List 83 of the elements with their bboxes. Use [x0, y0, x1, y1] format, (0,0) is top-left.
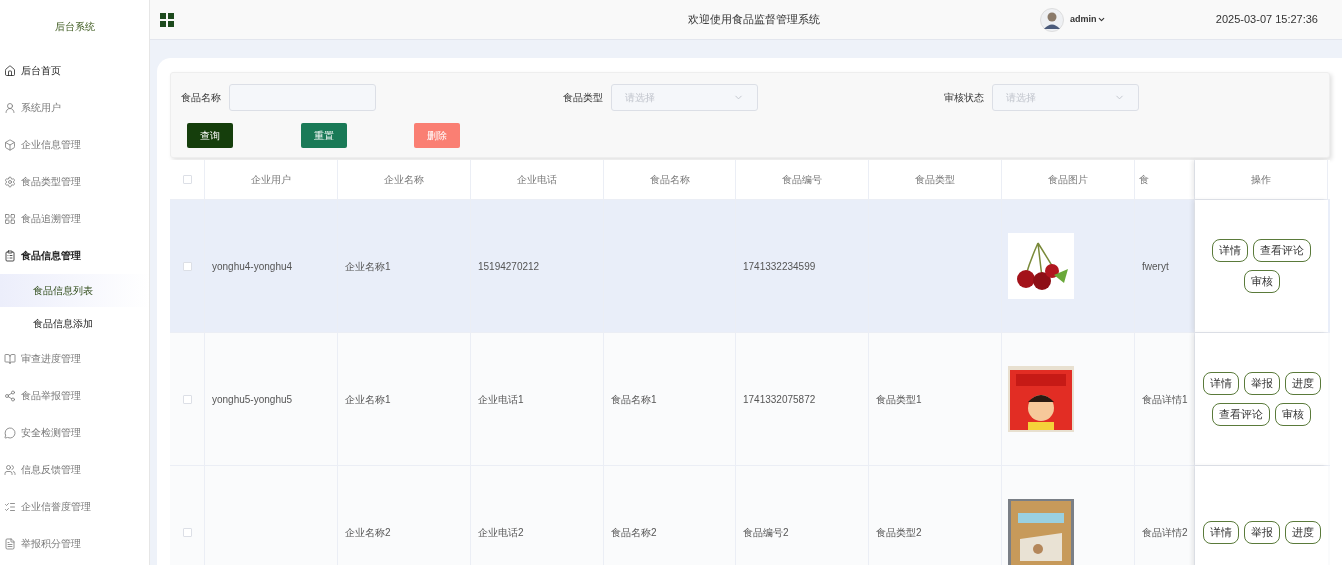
gear-icon: [4, 175, 16, 188]
sidebar-item[interactable]: 系统用户: [0, 89, 149, 126]
field-label: 食品类型: [563, 90, 603, 105]
avatar-icon[interactable]: [1040, 7, 1064, 32]
action-button[interactable]: 举报: [1243, 372, 1280, 395]
table-cell-text: 1741332234599: [743, 259, 816, 274]
home-icon: [4, 64, 16, 77]
table-cell-text: 食品详情1: [1142, 392, 1188, 407]
action-button[interactable]: 详情: [1202, 372, 1239, 395]
table-row[interactable]: yonghu4-yonghu4 企业名称1 15194270212 1741332234599 fweryt 详情 查看评论 审核: [170, 200, 1330, 333]
table-cell-text: 食品名称1: [611, 392, 657, 407]
row-checkbox[interactable]: [182, 394, 192, 404]
caret-icon: [1096, 15, 1106, 24]
table-cell-text: 企业电话1: [478, 392, 524, 407]
table-cell-text: 企业电话2: [478, 525, 524, 540]
share-icon: [4, 389, 16, 402]
sidebar-item[interactable]: 企业信誉度管理: [0, 488, 149, 525]
table-cell-text: yonghu5-yonghu5: [212, 392, 293, 407]
row-checkbox[interactable]: [182, 261, 192, 271]
table-cell-text: 企业名称1: [345, 259, 391, 274]
action-button[interactable]: 详情: [1202, 520, 1239, 544]
cube-icon: [4, 138, 16, 151]
reset-button[interactable]: 重置: [301, 123, 347, 148]
welcome-title: 欢迎使用食品监督管理系统: [688, 12, 820, 28]
sidebar-subitem[interactable]: 食品信息添加: [0, 307, 149, 340]
clipboard-icon: [4, 249, 16, 262]
column-header: 企业电话: [471, 160, 604, 199]
column-header: 食品图片: [1002, 160, 1135, 199]
field-label: 审核状态: [944, 90, 984, 105]
table-cell-text: 食品编号2: [743, 525, 789, 540]
table-cell-text: 食品名称2: [611, 525, 657, 540]
table-cell-text: 15194270212: [478, 259, 540, 274]
action-button[interactable]: 详情: [1212, 239, 1248, 262]
table-cell-text: 企业名称1: [345, 392, 391, 407]
action-button[interactable]: 举报: [1243, 520, 1280, 544]
sidebar-item[interactable]: 食品信息管理: [0, 237, 149, 274]
action-button[interactable]: 审核: [1275, 403, 1311, 426]
grid-icon[interactable]: [160, 12, 174, 27]
table-cell-text: fweryt: [1142, 259, 1169, 274]
sidebar-item[interactable]: 企业信息管理: [0, 126, 149, 163]
table-cell-text: 食品类型2: [876, 525, 922, 540]
input-field[interactable]: [229, 83, 376, 111]
table-row[interactable]: 企业名称2 企业电话2 食品名称2 食品编号2 食品类型2 食品详情2 详情 举报 进度: [170, 466, 1330, 565]
user-menu[interactable]: admin: [1070, 12, 1106, 27]
sidebar-item[interactable]: 食品类型管理: [0, 163, 149, 200]
book-icon: [4, 352, 16, 365]
action-button[interactable]: 进度: [1284, 372, 1321, 395]
sidebar-item[interactable]: 食品举报管理: [0, 377, 149, 414]
users-icon: [4, 463, 16, 476]
sidebar-item[interactable]: 后台首页: [0, 52, 149, 89]
select-all-checkbox[interactable]: [182, 175, 192, 184]
user-icon: [4, 101, 16, 114]
action-button[interactable]: 查看评论: [1253, 239, 1311, 262]
sidebar-item[interactable]: 安全检测管理: [0, 414, 149, 451]
action-button[interactable]: 查看评论: [1212, 403, 1270, 426]
column-header: 食品类型: [869, 160, 1002, 199]
table-cell-text: 1741332075872: [743, 392, 816, 407]
field-label: 食品名称: [181, 90, 221, 105]
column-header: 企业用户: [205, 160, 338, 199]
date-time: 2025-03-07 15:27:36: [1215, 12, 1318, 28]
table-row[interactable]: yonghu5-yonghu5 企业名称1 企业电话1 食品名称1 1741332075872 食品类型1 食品详情1 详情 举报 进度 查看评论 审核: [170, 333, 1330, 466]
sidebar-title: 后台系统: [54, 19, 95, 34]
sidebar-item[interactable]: 食品追溯管理: [0, 200, 149, 237]
query-button[interactable]: 查询: [187, 123, 233, 148]
sidebar-item[interactable]: 信息反馈管理: [0, 451, 149, 488]
action-button[interactable]: 进度: [1284, 520, 1321, 544]
chat-icon: [4, 426, 16, 439]
table-cell-text: 企业名称2: [345, 525, 391, 540]
document-icon: [4, 537, 16, 550]
table-cell-text: yonghu4-yonghu4: [212, 259, 293, 274]
action-button[interactable]: 审核: [1243, 270, 1280, 293]
column-header: 食品名称: [604, 160, 736, 199]
column-header: 企业名称: [338, 160, 471, 199]
row-checkbox[interactable]: [182, 527, 192, 537]
checklist-icon: [4, 500, 16, 513]
column-header: 操作: [1195, 160, 1328, 199]
sidebar-item[interactable]: 审查进度管理: [0, 340, 149, 377]
column-header: 食品编号: [736, 160, 869, 199]
grid-icon: [4, 212, 16, 225]
sidebar-item[interactable]: 举报积分管理: [0, 525, 149, 562]
table-cell-text: 食品详情2: [1142, 525, 1188, 540]
table-cell-text: 食品类型1: [876, 392, 922, 407]
column-header: 食: [1135, 160, 1195, 199]
